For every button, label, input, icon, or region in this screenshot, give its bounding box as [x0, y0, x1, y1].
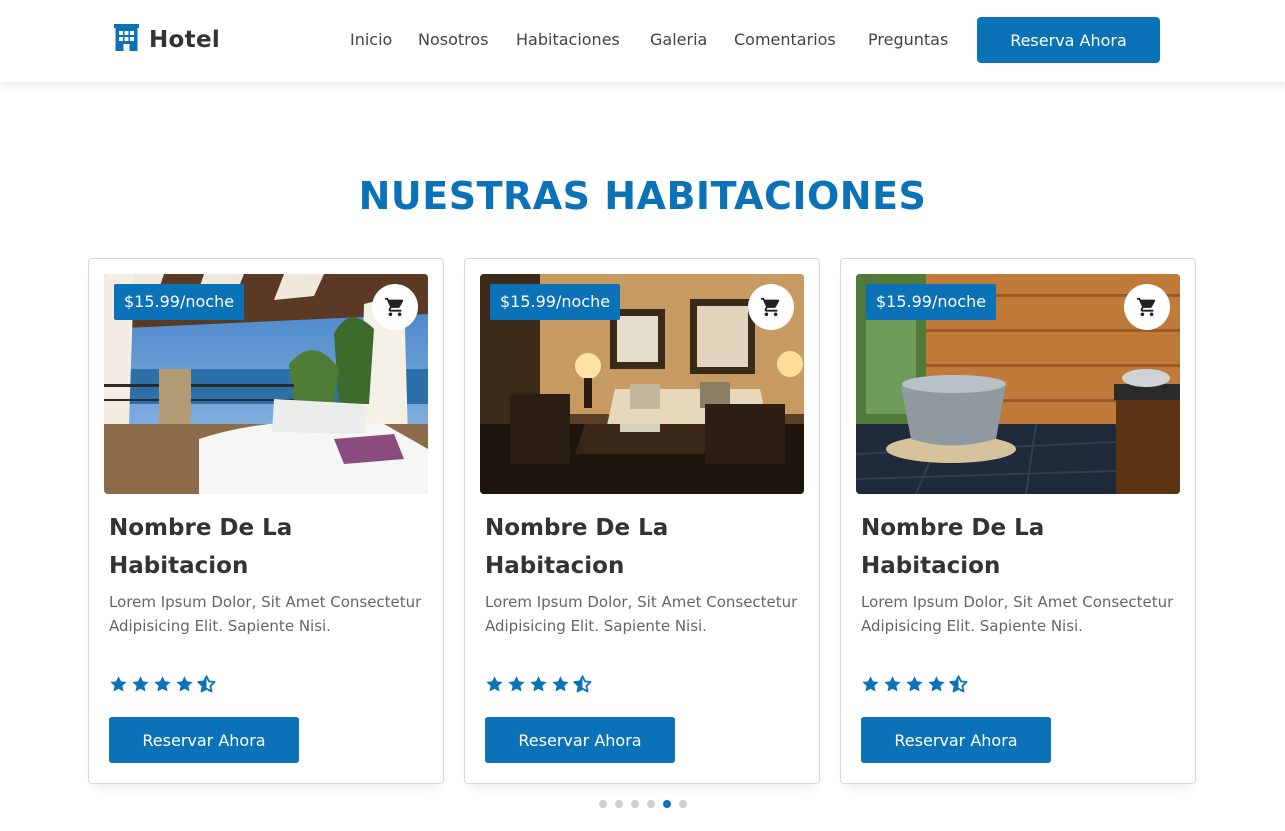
room-description: Lorem Ipsum Dolor, Sit Amet Consectetur … — [861, 593, 1174, 635]
reserve-now-button[interactable]: Reserva Ahora — [977, 17, 1160, 63]
book-room-button[interactable]: Reservar Ahora — [861, 717, 1051, 763]
star-icon — [486, 676, 503, 692]
add-to-cart-button[interactable] — [748, 284, 794, 330]
star-icon — [110, 676, 127, 692]
cart-icon — [760, 297, 780, 317]
star-icon — [530, 676, 547, 692]
room-card: $15.99/noche Nombre De La Habitacion Lor… — [464, 258, 820, 784]
room-image: $15.99/noche — [480, 274, 804, 494]
price-badge: $15.99/noche — [866, 284, 997, 320]
nav-link-galeria[interactable]: Galeria — [650, 30, 707, 49]
star-icon — [884, 676, 901, 692]
star-icon — [176, 676, 193, 692]
room-description: Lorem Ipsum Dolor, Sit Amet Consectetur … — [485, 593, 798, 635]
price-badge: $15.99/noche — [490, 284, 621, 320]
star-icon — [862, 676, 879, 692]
section-title: NUESTRAS HABITACIONES — [358, 174, 927, 218]
nav-link-nosotros[interactable]: Nosotros — [418, 30, 489, 49]
nav-link-preguntas[interactable]: Preguntas — [868, 30, 948, 49]
carousel-dot[interactable] — [630, 800, 639, 808]
carousel-dot[interactable] — [598, 800, 607, 808]
rating-stars — [861, 675, 971, 694]
nav-link-comentarios[interactable]: Comentarios — [734, 30, 836, 49]
carousel-dot-active[interactable] — [662, 800, 671, 808]
nav-link-inicio[interactable]: Inicio — [350, 30, 392, 49]
star-half-icon — [197, 675, 216, 693]
carousel-dot[interactable] — [678, 800, 687, 808]
carousel-dot[interactable] — [646, 800, 655, 808]
star-icon — [132, 676, 149, 692]
star-half-icon — [949, 675, 968, 693]
cart-icon — [384, 297, 404, 317]
room-image: $15.99/noche — [856, 274, 1180, 494]
rating-stars — [109, 675, 219, 694]
star-icon — [552, 676, 569, 692]
room-description: Lorem Ipsum Dolor, Sit Amet Consectetur … — [109, 593, 422, 635]
price-badge: $15.99/noche — [114, 284, 245, 320]
add-to-cart-button[interactable] — [372, 284, 418, 330]
carousel-pagination — [0, 800, 1285, 808]
site-header: Hotel Inicio Nosotros Habitaciones Galer… — [0, 0, 1285, 82]
book-room-button[interactable]: Reservar Ahora — [109, 717, 299, 763]
room-title: Nombre De La Habitacion — [861, 515, 1045, 579]
star-icon — [508, 676, 525, 692]
room-title: Nombre De La Habitacion — [485, 515, 669, 579]
book-room-button[interactable]: Reservar Ahora — [485, 717, 675, 763]
room-title: Nombre De La Habitacion — [109, 515, 293, 579]
room-image: $15.99/noche — [104, 274, 428, 494]
star-half-icon — [573, 675, 592, 693]
nav-link-habitaciones[interactable]: Habitaciones — [516, 30, 620, 49]
room-card: $15.99/noche Nombre De La Habitacion Lor… — [840, 258, 1196, 784]
star-icon — [154, 676, 171, 692]
carousel-dot[interactable] — [614, 800, 623, 808]
room-card: $15.99/noche Nombre De La Habitacion Lor… — [88, 258, 444, 784]
star-icon — [928, 676, 945, 692]
add-to-cart-button[interactable] — [1124, 284, 1170, 330]
star-icon — [906, 676, 923, 692]
cart-icon — [1136, 297, 1156, 317]
rating-stars — [485, 675, 595, 694]
